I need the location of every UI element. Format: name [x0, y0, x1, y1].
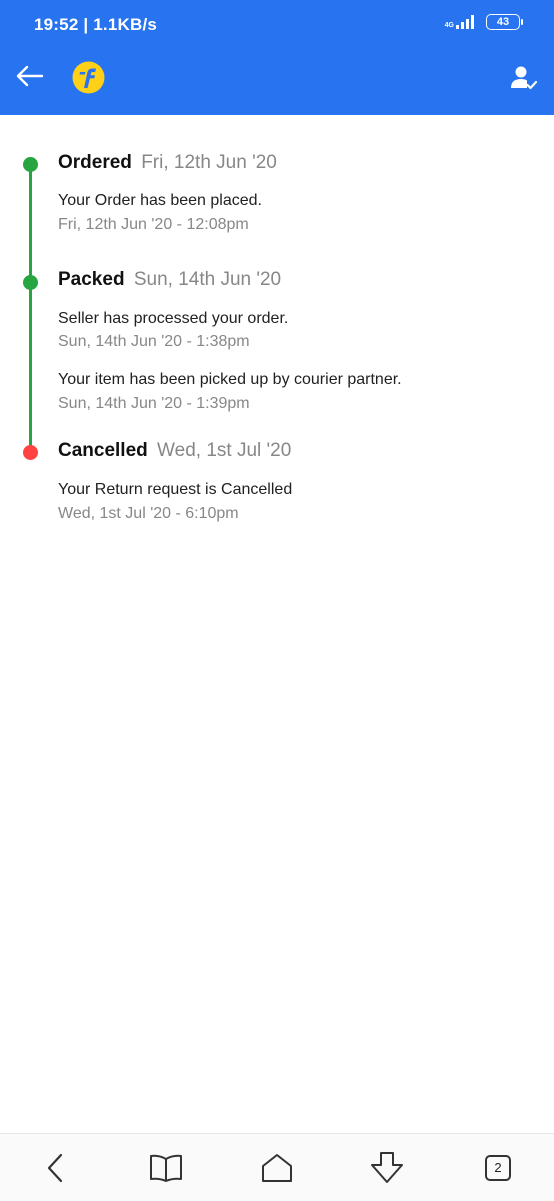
- nav-bookmarks-button[interactable]: [148, 1150, 184, 1186]
- network-indicator: 4G: [445, 15, 478, 29]
- nav-download-button[interactable]: [369, 1150, 405, 1186]
- nav-home-button[interactable]: [259, 1150, 295, 1186]
- event-text: Your Order has been placed.: [58, 192, 262, 209]
- tabs-icon: 2: [485, 1155, 511, 1181]
- stage-date: Fri, 12th Jun '20: [141, 152, 277, 173]
- back-arrow-icon[interactable]: [14, 61, 44, 91]
- network-type-label: 4G: [444, 22, 454, 29]
- event-text: Your Return request is Cancelled: [58, 481, 293, 498]
- stage-name: Cancelled: [58, 440, 148, 461]
- bottom-navigation-bar: 2: [0, 1133, 554, 1201]
- nav-back-button[interactable]: [37, 1150, 73, 1186]
- stage-title-ordered: Ordered Fri, 12th Jun '20: [58, 152, 277, 174]
- status-dot-cancelled: [23, 445, 38, 460]
- bookmarks-icon: [150, 1154, 182, 1182]
- app-header: 19:52 | 1.1KB/s 4G 43: [0, 0, 554, 115]
- status-dot-ordered: [23, 157, 38, 172]
- flipkart-logo-icon[interactable]: [72, 61, 105, 94]
- status-time: 19:52 | 1.1KB/s: [34, 15, 158, 34]
- timeline-line-ordered-packed: [29, 164, 32, 283]
- back-icon: [47, 1153, 63, 1183]
- stage-title-packed: Packed Sun, 14th Jun '20: [58, 269, 281, 291]
- stage-name: Ordered: [58, 152, 132, 173]
- status-icons: 4G 43: [445, 14, 523, 30]
- event-text: Your item has been picked up by courier …: [58, 371, 402, 388]
- event-text: Seller has processed your order.: [58, 310, 289, 327]
- status-dot-packed: [23, 275, 38, 290]
- battery-indicator: 43: [486, 14, 523, 30]
- stage-name: Packed: [58, 269, 125, 290]
- event-time: Fri, 12th Jun '20 - 12:08pm: [58, 216, 249, 233]
- stage-date: Wed, 1st Jul '20: [157, 440, 292, 461]
- event-time: Sun, 14th Jun '20 - 1:38pm: [58, 333, 250, 350]
- stage-date: Sun, 14th Jun '20: [133, 269, 282, 290]
- event-time: Wed, 1st Jul '20 - 6:10pm: [58, 505, 239, 522]
- timeline-line-packed-cancelled: [29, 283, 32, 453]
- home-icon: [262, 1154, 292, 1182]
- event-time: Sun, 14th Jun '20 - 1:39pm: [58, 395, 250, 412]
- account-check-icon[interactable]: [510, 64, 538, 92]
- nav-tabs-button[interactable]: 2: [480, 1150, 516, 1186]
- download-icon: [371, 1152, 403, 1183]
- signal-icon: [456, 15, 474, 29]
- stage-title-cancelled: Cancelled Wed, 1st Jul '20: [58, 440, 291, 462]
